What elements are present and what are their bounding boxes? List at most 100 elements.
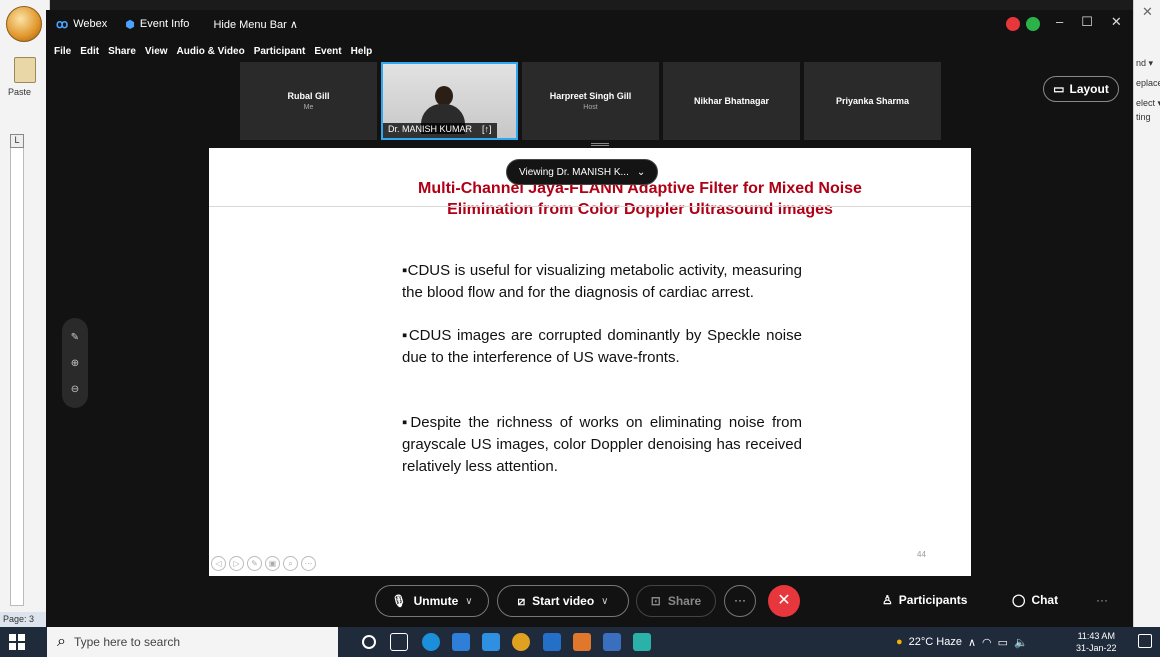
slide-bullet: ▪Despite the richness of works on elimin… — [402, 414, 802, 475]
task-view-icon[interactable] — [390, 633, 408, 651]
webex-app-menu[interactable]: ꝏ Webex — [56, 17, 107, 31]
participant-name: Nikhar Bhatnagar — [693, 96, 770, 106]
ribbon-find[interactable]: nd ▾ — [1136, 58, 1153, 69]
share-label: Share — [667, 594, 702, 608]
layout-button[interactable]: ▭ Layout — [1043, 76, 1119, 102]
page-status: Page: 3 — [0, 612, 50, 627]
word-left-panel: Paste L Page: 3 — [0, 0, 50, 627]
chevron-up-icon[interactable]: ∧ — [968, 636, 976, 649]
unmute-label: Unmute — [413, 594, 459, 608]
menu-edit[interactable]: Edit — [80, 46, 99, 62]
chevron-down-icon[interactable]: ∨ — [601, 596, 608, 607]
window-controls: – ☐ ✕ — [1056, 14, 1122, 30]
menu-share[interactable]: Share — [108, 46, 136, 62]
participants-icon: ♙ — [882, 593, 893, 607]
paste-button[interactable]: Paste — [6, 55, 44, 111]
slides-icon[interactable]: ▣ — [265, 556, 280, 571]
windows-start-button[interactable] — [9, 634, 25, 650]
viewing-selector[interactable]: Viewing Dr. MANISH K... ⌄ — [506, 159, 659, 185]
edge-icon[interactable] — [422, 633, 440, 651]
volume-icon[interactable]: 🔈 — [1014, 636, 1028, 649]
search-placeholder: Type here to search — [73, 635, 181, 649]
participant-strip: Rubal Gill Me Dr. MANISH KUMAR [↑] Harpr… — [240, 62, 941, 140]
weather-label[interactable]: 22°C Haze — [909, 636, 962, 648]
event-info-button[interactable]: ⬢ Event Info — [125, 18, 189, 31]
notification-icon[interactable] — [1138, 634, 1152, 648]
participant-tile[interactable]: Nikhar Bhatnagar — [663, 62, 800, 140]
leave-meeting-button[interactable]: ✕ — [768, 585, 800, 617]
slideshow-controls: ◁ ▷ ✎ ▣ ⌕ ⋯ — [211, 556, 316, 571]
slide-bullet: ▪CDUS is useful for visualizing metaboli… — [402, 262, 802, 301]
share-button[interactable]: ⊡ Share — [636, 585, 716, 617]
webex-taskbar-icon[interactable] — [633, 633, 651, 651]
network-signal-icon[interactable] — [1026, 17, 1040, 31]
office-icon[interactable] — [573, 633, 591, 651]
chrome-icon[interactable] — [512, 633, 530, 651]
outlook-icon[interactable] — [543, 633, 561, 651]
share-icon: ⊡ — [650, 594, 661, 608]
slide-number: 44 — [917, 550, 926, 559]
previous-slide-icon[interactable]: ◁ — [211, 556, 226, 571]
participant-tile[interactable]: Harpreet Singh Gill Host — [522, 62, 659, 140]
more-options-icon[interactable]: ⋯ — [301, 556, 316, 571]
participant-tile-active-speaker[interactable]: Dr. MANISH KUMAR [↑] — [381, 62, 518, 140]
minimize-button[interactable]: – — [1056, 14, 1063, 30]
ribbon-replace[interactable]: eplace — [1136, 78, 1160, 88]
wifi-icon[interactable]: ◠ — [982, 636, 992, 649]
weather-icon[interactable]: ● — [896, 636, 903, 648]
menu-audio-video[interactable]: Audio & Video — [177, 46, 245, 62]
close-window-button[interactable]: ✕ — [1111, 14, 1122, 30]
zoom-in-icon[interactable]: ⊕ — [71, 358, 79, 369]
ribbon-select[interactable]: elect ▾ — [1136, 98, 1160, 109]
office-button[interactable] — [6, 6, 42, 42]
strip-resize-handle[interactable] — [591, 143, 609, 146]
maximize-button[interactable]: ☐ — [1081, 14, 1093, 30]
webex-window: ꝏ Webex ⬢ Event Info Hide Menu Bar ∧ – ☐… — [46, 10, 1133, 627]
menu-help[interactable]: Help — [351, 46, 373, 62]
chevron-down-icon: ⌄ — [636, 166, 646, 178]
system-clock[interactable]: 11:43 AM 31-Jan-22 — [1076, 630, 1117, 654]
word-icon[interactable] — [603, 633, 621, 651]
slide-title-rule — [209, 206, 971, 207]
participant-role: Host — [583, 104, 598, 111]
participants-button[interactable]: ♙ Participants — [882, 593, 967, 607]
battery-icon[interactable]: ▭ — [998, 636, 1008, 649]
taskbar-search-box[interactable]: ⌕ Type here to search — [47, 627, 338, 657]
menu-event[interactable]: Event — [314, 46, 341, 62]
menu-participant[interactable]: Participant — [254, 46, 306, 62]
chat-button[interactable]: ◯ Chat — [1012, 593, 1058, 607]
close-icon[interactable]: ✕ — [1142, 4, 1153, 20]
pen-icon[interactable]: ✎ — [247, 556, 262, 571]
unmute-button[interactable]: 🎙 Unmute ∨ — [375, 585, 489, 617]
search-icon: ⌕ — [57, 633, 66, 650]
screen: Paste L Page: 3 ✕ nd ▾ eplace elect ▾ ti… — [0, 0, 1160, 657]
annotate-icon[interactable]: ✎ — [71, 332, 79, 343]
tab-selector[interactable]: L — [10, 134, 24, 148]
microphone-muted-icon: 🎙 — [391, 594, 407, 608]
zoom-out-icon[interactable]: ⊖ — [71, 384, 79, 395]
next-slide-icon[interactable]: ▷ — [229, 556, 244, 571]
start-video-button[interactable]: ⧄ Start video ∨ — [497, 585, 629, 617]
webex-title-bar: ꝏ Webex ⬢ Event Info Hide Menu Bar ∧ — [46, 10, 1133, 38]
more-panels-icon[interactable]: ··· — [1096, 593, 1108, 607]
menu-file[interactable]: File — [54, 46, 71, 62]
layout-icon: ▭ — [1053, 82, 1065, 96]
recording-icon[interactable] — [1006, 17, 1020, 31]
active-speaker-label: Dr. MANISH KUMAR [↑] — [383, 123, 497, 138]
cortana-icon[interactable] — [362, 635, 376, 649]
store-icon[interactable] — [452, 633, 470, 651]
hide-menu-bar-button[interactable]: Hide Menu Bar ∧ — [213, 18, 297, 31]
participant-name: Rubal Gill — [287, 91, 330, 101]
paste-label: Paste — [8, 87, 32, 97]
status-indicators — [1006, 17, 1040, 31]
chevron-down-icon[interactable]: ∨ — [465, 596, 472, 607]
zoom-icon[interactable]: ⌕ — [283, 556, 298, 571]
participant-tile[interactable]: Priyanka Sharma — [804, 62, 941, 140]
webex-menu-bar: File Edit Share View Audio & Video Parti… — [46, 46, 372, 62]
menu-view[interactable]: View — [145, 46, 168, 62]
participant-role: Me — [303, 104, 314, 111]
participant-tile[interactable]: Rubal Gill Me — [240, 62, 377, 140]
more-options-button[interactable]: ··· — [724, 585, 756, 617]
paste-icon — [14, 57, 36, 83]
mail-icon[interactable] — [482, 633, 500, 651]
